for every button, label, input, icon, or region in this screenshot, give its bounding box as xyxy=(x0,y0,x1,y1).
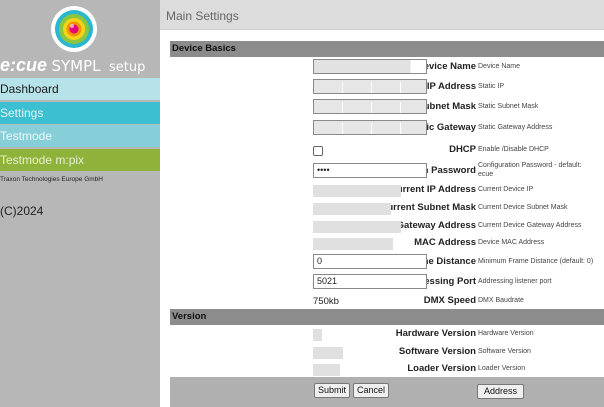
nav-settings[interactable]: Settings xyxy=(0,102,160,124)
addr-port-desc: Addressing listener port xyxy=(478,278,552,285)
loader-version-value xyxy=(313,364,340,376)
static-ip-desc: Static IP xyxy=(478,83,505,90)
page-title: Main Settings xyxy=(166,9,239,23)
static-gateway-input[interactable] xyxy=(313,120,427,135)
min-frame-input[interactable]: 0 xyxy=(313,254,427,269)
brand-setup: setup xyxy=(108,60,146,75)
current-subnet-value xyxy=(313,203,391,215)
dmx-speed-desc: DMX Baudrate xyxy=(478,297,524,304)
form-footer: Submit Cancel Address xyxy=(170,377,604,407)
static-subnet-desc: Static Subnet Mask xyxy=(478,103,539,110)
config-password-input[interactable]: •••• xyxy=(313,163,427,178)
row-dhcp: DHCP Enable /Disable DHCP xyxy=(170,140,604,161)
row-device-name: Device Name Device Name xyxy=(170,57,604,78)
static-ip-input[interactable] xyxy=(313,79,427,94)
dhcp-checkbox[interactable] xyxy=(313,146,323,156)
brand-wordmark: e:cue SYMPL setup xyxy=(0,55,160,77)
static-subnet-input[interactable] xyxy=(313,99,427,114)
row-addr-port: Addressing Port 5021 Addressing listener… xyxy=(170,272,604,293)
min-frame-desc: Minimum Frame Distance (default: 0) xyxy=(478,258,594,265)
section-device-basics: Device Basics xyxy=(170,41,604,57)
hw-version-value xyxy=(313,329,322,341)
current-gateway-value xyxy=(313,221,401,233)
row-static-gateway: Static Gateway Static Gateway Address xyxy=(170,118,604,139)
addr-port-input[interactable]: 5021 xyxy=(313,274,427,289)
row-static-ip: Static IP Address Static IP xyxy=(170,77,604,98)
ecue-logo-icon xyxy=(51,6,97,52)
dhcp-label: DHCP xyxy=(449,144,476,155)
copyright: (C)2024 xyxy=(0,204,44,218)
dhcp-desc: Enable /Disable DHCP xyxy=(478,146,549,153)
static-gateway-desc: Static Gateway Address xyxy=(478,124,553,131)
brand-ecue: e:cue xyxy=(0,55,48,75)
submit-button[interactable]: Submit xyxy=(314,383,351,398)
config-password-desc: Configuration Password - default: ecue xyxy=(478,162,582,179)
device-name-desc: Device Name xyxy=(478,63,521,70)
nav-testmode-mpix[interactable]: Testmode m:pix xyxy=(0,149,160,171)
mac-value xyxy=(313,238,393,250)
nav-testmode[interactable]: Testmode xyxy=(0,125,160,147)
current-ip-value xyxy=(313,185,401,197)
sidebar: e:cue SYMPL setup Dashboard Settings Tes… xyxy=(0,0,160,407)
current-subnet-desc: Current Device Subnet Mask xyxy=(478,204,568,211)
loader-version-desc: Loader Version xyxy=(478,365,526,372)
current-ip-desc: Current Device IP xyxy=(478,186,534,193)
row-mac: MAC Address Device MAC Address xyxy=(170,233,604,254)
row-static-subnet: Static Subnet Mask Static Subnet Mask xyxy=(170,97,604,118)
hw-version-label: Hardware Version xyxy=(395,328,476,339)
mac-desc: Device MAC Address xyxy=(478,239,545,246)
sw-version-desc: Software Version xyxy=(478,348,531,355)
section-version: Version xyxy=(170,309,604,325)
row-min-frame: Minimum Frame Distance 0 Minimum Frame D… xyxy=(170,252,604,273)
cancel-button[interactable]: Cancel xyxy=(353,383,390,398)
hw-version-desc: Hardware Version xyxy=(478,330,534,337)
config-password-desc-line1: Configuration Password - default: xyxy=(478,162,582,169)
address-button[interactable]: Address xyxy=(477,384,525,399)
page-header: Main Settings xyxy=(160,0,604,30)
brand-sympl: SYMPL xyxy=(51,57,101,75)
device-name-input[interactable] xyxy=(313,59,427,74)
nav-dashboard[interactable]: Dashboard xyxy=(0,78,160,100)
current-gateway-desc: Current Device Gateway Address xyxy=(478,222,582,229)
company-name: Traxon Technologies Europe GmbH xyxy=(0,176,103,183)
dmx-speed-value: 750kb xyxy=(313,296,339,307)
sw-version-value xyxy=(313,347,343,359)
config-password-desc-line2: ecue xyxy=(478,170,494,178)
